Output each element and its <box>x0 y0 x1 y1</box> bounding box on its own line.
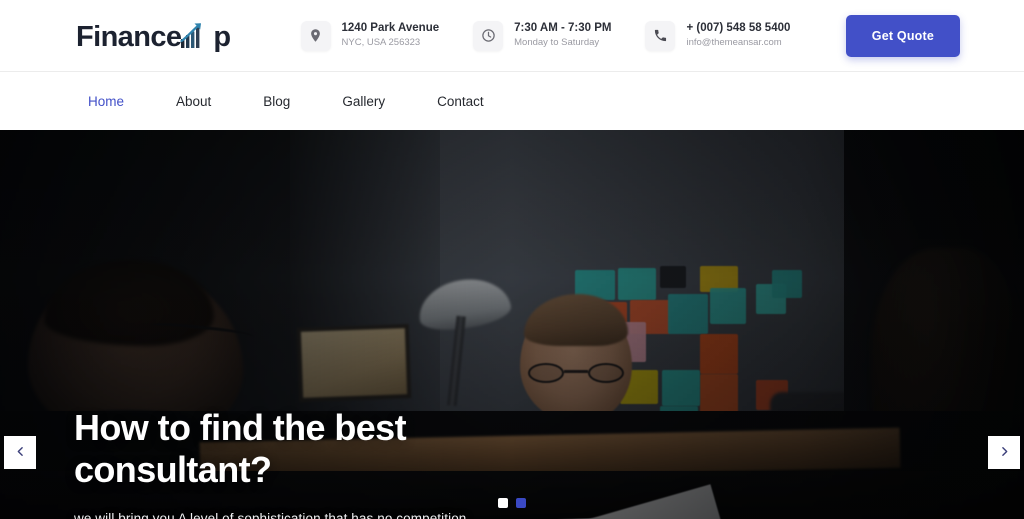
nav-item-about[interactable]: About <box>150 94 237 109</box>
contact-line-secondary: NYC, USA 256323 <box>341 37 421 49</box>
carousel-dot-1[interactable] <box>498 498 508 508</box>
contact-item-phone[interactable]: + (007) 548 58 5400 info@themeansar.com <box>645 20 790 51</box>
nav-item-gallery[interactable]: Gallery <box>316 94 411 109</box>
contact-text-phone: + (007) 548 58 5400 info@themeansar.com <box>686 22 790 49</box>
contact-line-primary: + (007) 548 58 5400 <box>686 21 791 34</box>
contact-text-hours: 7:30 AM - 7:30 PM Monday to Saturday <box>514 22 611 49</box>
contact-line-secondary: info@themeansar.com <box>686 37 782 49</box>
phone-icon <box>645 20 676 51</box>
clock-icon <box>473 20 504 51</box>
contact-line-primary: 1240 Park Avenue <box>341 21 440 34</box>
carousel-prev-button[interactable] <box>4 436 36 469</box>
contact-line-primary: 7:30 AM - 7:30 PM <box>514 21 612 34</box>
contact-text-address: 1240 Park Avenue NYC, USA 256323 <box>342 22 440 49</box>
bar-chart-growth-icon <box>180 20 214 48</box>
nav-item-contact[interactable]: Contact <box>411 94 510 109</box>
hero-carousel: Company's Growth <box>0 130 1024 519</box>
hero-subtitle: we will bring you A level of sophisticat… <box>74 510 467 519</box>
brand-name-secondary: p <box>213 20 231 53</box>
top-bar: Finance p 1240 Park Avenue NYC, USA 2563… <box>0 0 1024 72</box>
contact-info-group: 1240 Park Avenue NYC, USA 256323 7:30 AM… <box>300 20 790 51</box>
get-quote-button[interactable]: Get Quote <box>845 14 960 57</box>
nav-item-blog[interactable]: Blog <box>237 94 316 109</box>
location-pin-icon <box>300 20 331 51</box>
contact-item-hours[interactable]: 7:30 AM - 7:30 PM Monday to Saturday <box>473 20 611 51</box>
carousel-indicators <box>0 498 1024 508</box>
page-root: Finance p 1240 Park Avenue NYC, USA 2563… <box>0 0 1024 519</box>
chevron-right-icon <box>998 444 1011 462</box>
chevron-left-icon <box>14 444 27 462</box>
contact-item-address[interactable]: 1240 Park Avenue NYC, USA 256323 <box>300 20 440 51</box>
carousel-next-button[interactable] <box>988 436 1020 469</box>
main-navigation: Home About Blog Gallery Contact <box>0 72 1024 130</box>
brand-logo[interactable]: Finance p <box>76 20 231 52</box>
nav-item-home[interactable]: Home <box>88 94 150 109</box>
contact-line-secondary: Monday to Saturday <box>514 37 600 49</box>
carousel-dot-2[interactable] <box>516 498 526 508</box>
hero-title: How to find the best consultant? <box>74 407 407 490</box>
brand-name-primary: Finance <box>76 20 182 53</box>
